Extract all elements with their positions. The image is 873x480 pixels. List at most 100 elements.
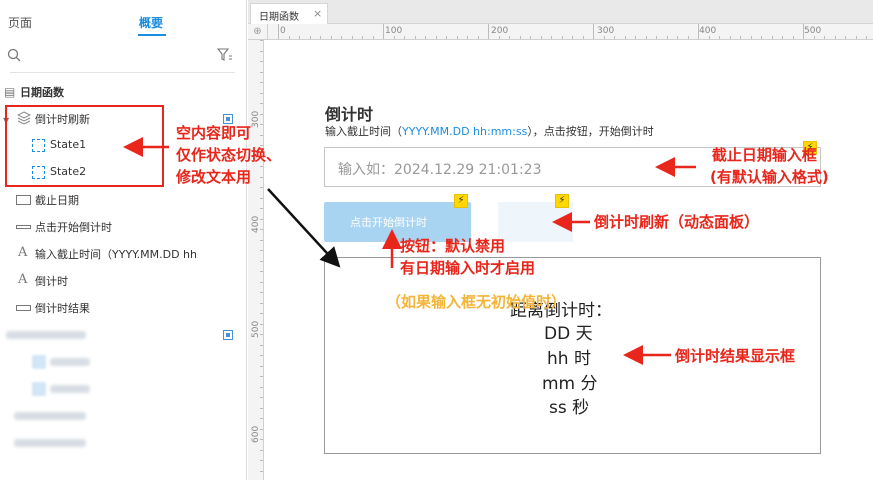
ruler-tick bbox=[855, 36, 857, 39]
ruler-tick bbox=[260, 428, 263, 430]
ruler-tick bbox=[540, 36, 542, 39]
text-icon: A bbox=[18, 272, 28, 287]
outline-panel: 页面 概要 ▤ 日期函数 ▼ 倒计时刷新 State1 State2 截止日期 … bbox=[0, 0, 247, 480]
ruler-tick bbox=[362, 36, 363, 39]
tree-item-result[interactable]: 倒计时结果 bbox=[0, 297, 246, 319]
ruler-tick bbox=[260, 470, 263, 472]
instructions-suffix: ），点击按钮，开始倒计时 bbox=[527, 125, 654, 138]
ruler-tick bbox=[740, 36, 741, 39]
tree-item-title[interactable]: A 倒计时 bbox=[0, 270, 246, 292]
interaction-bolt-icon[interactable]: ⚡ bbox=[454, 194, 468, 208]
ruler-tick bbox=[383, 24, 384, 39]
ruler-tick bbox=[260, 344, 263, 346]
ruler-tick bbox=[260, 323, 263, 325]
tree-label: 日期函数 bbox=[20, 86, 64, 99]
annotation-line: 按钮：默认禁用 bbox=[400, 237, 506, 255]
ruler-tick bbox=[792, 36, 794, 39]
tree-label: 输入截止时间（YYYY.MM.DD hh bbox=[35, 248, 198, 261]
tree-item-blurred[interactable] bbox=[0, 405, 246, 427]
tree-page-root[interactable]: ▤ 日期函数 bbox=[0, 81, 246, 103]
tab-date-functions[interactable]: 日期函数 × bbox=[250, 3, 328, 24]
annotation-no-initial: （如果输入框无初始值时） bbox=[386, 293, 567, 311]
ruler-tick bbox=[729, 36, 731, 39]
ruler-tick bbox=[260, 281, 263, 283]
ruler-corner-icon[interactable]: ⊕ bbox=[248, 24, 268, 40]
ruler-label: 400 bbox=[699, 26, 717, 36]
ruler-tick bbox=[260, 50, 263, 52]
blurred-label bbox=[50, 385, 90, 393]
ruler-tick bbox=[509, 36, 510, 39]
tab-label: 日期函数 bbox=[259, 12, 299, 23]
tab-pages[interactable]: 页面 bbox=[8, 14, 32, 31]
ruler-tick bbox=[260, 103, 263, 104]
divider bbox=[10, 72, 235, 73]
ruler-tick bbox=[299, 36, 300, 39]
ruler-tick bbox=[572, 36, 573, 39]
annotation-line: 修改文本用 bbox=[176, 168, 252, 186]
rectangle-icon bbox=[16, 305, 31, 311]
ruler-tick bbox=[866, 36, 867, 39]
ruler-tick bbox=[260, 407, 263, 409]
ruler-tick bbox=[260, 292, 263, 293]
ruler-tick bbox=[260, 113, 263, 115]
ruler-tick bbox=[834, 36, 836, 39]
ruler-tick bbox=[260, 208, 263, 209]
tree-item-subtitle[interactable]: A 输入截止时间（YYYY.MM.DD hh bbox=[0, 243, 246, 265]
tree-label: 截止日期 bbox=[35, 194, 79, 207]
ruler-tick bbox=[435, 36, 437, 39]
visibility-toggle-icon[interactable] bbox=[223, 330, 233, 340]
tree-item-button[interactable]: 点击开始倒计时 bbox=[0, 216, 246, 238]
ruler-tick bbox=[260, 218, 263, 220]
close-icon[interactable]: × bbox=[313, 7, 322, 20]
ruler-tick bbox=[593, 24, 594, 39]
ruler-tick bbox=[635, 36, 636, 39]
ruler-tick bbox=[260, 250, 263, 251]
ruler-tick bbox=[341, 36, 342, 39]
ruler-tick bbox=[260, 386, 263, 388]
ruler-tick bbox=[803, 24, 804, 39]
search-icon[interactable] bbox=[7, 48, 21, 62]
ruler-tick bbox=[488, 24, 489, 39]
ruler-tick bbox=[320, 36, 321, 39]
ruler-label: 0 bbox=[280, 26, 286, 36]
page-icon: ▤ bbox=[4, 85, 16, 99]
annotation-button: 按钮：默认禁用 有日期输入时才启用 bbox=[400, 235, 535, 279]
tree-item-blurred[interactable] bbox=[0, 432, 246, 454]
app-window: 页面 概要 ▤ 日期函数 ▼ 倒计时刷新 State1 State2 截止日期 … bbox=[0, 0, 873, 480]
filter-icon[interactable] bbox=[217, 48, 233, 62]
tree-item-blurred[interactable] bbox=[0, 351, 246, 373]
ruler-tick bbox=[260, 397, 263, 398]
interaction-bolt-icon[interactable]: ⚡ bbox=[555, 194, 569, 208]
ruler-tick bbox=[456, 36, 458, 39]
ruler-tick bbox=[404, 36, 405, 39]
tab-outline[interactable]: 概要 bbox=[139, 14, 163, 31]
result-line: mm 分 bbox=[542, 374, 598, 394]
ruler-tick bbox=[309, 36, 311, 39]
result-line: hh 时 bbox=[547, 349, 591, 369]
outline-search[interactable] bbox=[0, 42, 246, 70]
tree-item-deadline[interactable]: 截止日期 bbox=[0, 189, 246, 211]
ruler-tick bbox=[687, 36, 689, 39]
result-line: ss 秒 bbox=[549, 398, 590, 418]
tree-item-blurred[interactable] bbox=[0, 378, 246, 400]
ruler-tick bbox=[824, 36, 825, 39]
ruler-tick bbox=[330, 36, 332, 39]
ruler-tick bbox=[519, 36, 521, 39]
ruler-tick bbox=[260, 302, 263, 304]
ruler-tick bbox=[656, 36, 657, 39]
ruler-tick bbox=[446, 36, 447, 39]
tree-item-blurred[interactable] bbox=[0, 324, 246, 346]
result-line: DD 天 bbox=[544, 324, 593, 344]
ruler-tick bbox=[698, 24, 699, 39]
ruler-tick bbox=[260, 271, 263, 272]
blurred-label bbox=[14, 412, 86, 420]
countdown-instructions: 输入截止时间（YYYY.MM.DD hh:mm:ss），点击按钮，开始倒计时 bbox=[325, 123, 654, 139]
ruler-tick bbox=[278, 24, 279, 39]
ruler-tick bbox=[813, 36, 815, 39]
ruler-tick bbox=[372, 36, 374, 39]
ruler-tick bbox=[551, 36, 552, 39]
horizontal-ruler[interactable]: 0 100 200 300 400 500 bbox=[268, 24, 873, 40]
ruler-tick bbox=[771, 36, 773, 39]
blurred-label bbox=[14, 439, 86, 447]
vertical-ruler[interactable]: 300 400 500 600 bbox=[248, 40, 264, 480]
